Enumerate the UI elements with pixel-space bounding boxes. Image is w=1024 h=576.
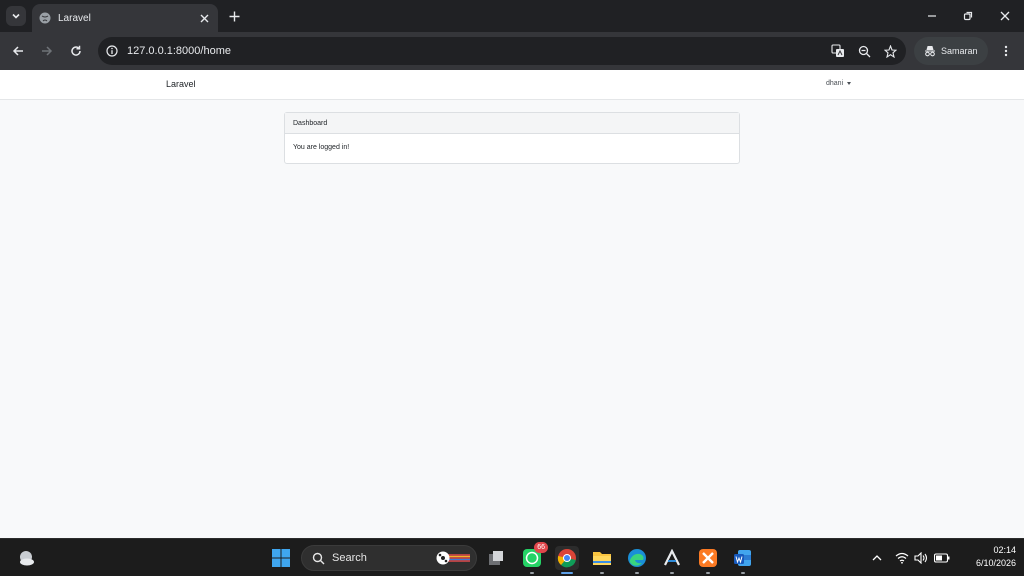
incognito-icon [925, 45, 935, 57]
browser-menu-button[interactable] [998, 41, 1014, 61]
whatsapp-badge: 66 [534, 542, 548, 553]
tab-search-icon [12, 13, 20, 19]
navbar-brand[interactable]: Laravel [166, 79, 196, 89]
back-button[interactable] [8, 41, 28, 61]
chevron-up-icon [872, 555, 882, 561]
forward-button[interactable] [37, 41, 57, 61]
close-window-button[interactable] [994, 6, 1016, 26]
edge-icon [628, 549, 646, 567]
info-icon [106, 45, 118, 57]
volume-icon [914, 552, 928, 564]
running-indicator [600, 572, 604, 574]
dashboard-card: Dashboard You are logged in! [284, 112, 740, 164]
arduino-icon [664, 549, 680, 566]
battery-icon [934, 553, 950, 563]
profile-label: Samaran [941, 46, 978, 56]
zoom-icon [858, 45, 870, 57]
taskbar-edge[interactable] [625, 546, 649, 574]
zoom-button[interactable] [854, 41, 874, 61]
running-indicator [741, 572, 745, 574]
clock-time: 02:14 [993, 545, 1016, 555]
battery-button[interactable] [934, 550, 950, 566]
clock-date: 6/10/2026 [975, 558, 1016, 568]
windows-start-icon [272, 549, 290, 567]
restore-button[interactable] [957, 6, 979, 26]
file-explorer-icon [593, 552, 611, 565]
user-dropdown[interactable]: dhani [826, 80, 852, 87]
word-icon [734, 550, 751, 566]
tab-strip: Laravel [0, 0, 1024, 32]
taskbar-arduino[interactable] [660, 546, 684, 574]
running-indicator [670, 572, 674, 574]
minimize-icon [928, 15, 936, 17]
translate-button[interactable] [828, 41, 848, 61]
taskbar-word[interactable] [731, 546, 755, 574]
taskbar: Search 66 02:14 6/10/2026 [0, 538, 1024, 576]
restore-icon [963, 11, 973, 21]
star-icon [883, 44, 897, 58]
kebab-menu-icon [1004, 45, 1008, 57]
site-info-button[interactable] [105, 44, 119, 58]
running-indicator [706, 572, 710, 574]
search-label: Search [332, 552, 367, 564]
chrome-icon [557, 549, 576, 568]
weather-icon[interactable] [16, 548, 36, 568]
tab-search-button[interactable] [6, 6, 26, 26]
address-bar[interactable]: 127.0.0.1:8000/home [98, 37, 906, 65]
card-header: Dashboard [285, 113, 739, 134]
globe-icon [39, 12, 51, 24]
tab-title: Laravel [58, 12, 91, 24]
translate-icon [831, 44, 844, 57]
running-indicator [635, 572, 639, 574]
app-navbar: Laravel dhani [0, 70, 1024, 100]
plus-icon [229, 11, 239, 21]
wifi-icon [895, 552, 909, 564]
user-name: dhani [826, 80, 844, 87]
taskbar-chrome[interactable] [555, 546, 579, 574]
caret-down-icon [847, 82, 852, 85]
url-text[interactable]: 127.0.0.1:8000/home [127, 45, 828, 57]
reload-button[interactable] [66, 41, 86, 61]
taskbar-file-explorer[interactable] [590, 546, 614, 574]
bookmark-button[interactable] [880, 41, 900, 61]
search-icon [312, 552, 325, 564]
xampp-icon [699, 549, 717, 567]
taskbar-xampp[interactable] [696, 546, 720, 574]
page-viewport: Laravel dhani Dashboard You are logged i… [0, 70, 1024, 538]
minimize-button[interactable] [921, 6, 943, 26]
task-view-icon [489, 551, 503, 565]
active-indicator [561, 572, 573, 574]
running-indicator [530, 572, 534, 574]
taskbar-search[interactable]: Search [301, 545, 477, 571]
profile-button[interactable]: Samaran [914, 37, 988, 65]
card-body: You are logged in! [293, 144, 350, 151]
reload-icon [71, 45, 81, 56]
start-button[interactable] [269, 546, 293, 570]
show-hidden-icons-button[interactable] [869, 550, 885, 566]
forward-icon [42, 46, 53, 56]
browser-toolbar: 127.0.0.1:8000/home Samaran [0, 32, 1024, 70]
wifi-button[interactable] [894, 550, 910, 566]
search-highlight-icon [436, 551, 470, 565]
tab-close-button[interactable] [197, 11, 211, 25]
new-tab-button[interactable] [226, 8, 242, 24]
task-view-button[interactable] [484, 546, 508, 570]
taskbar-whatsapp[interactable]: 66 [520, 542, 548, 574]
close-icon [200, 14, 208, 22]
taskbar-clock[interactable]: 02:14 6/10/2026 [956, 544, 1016, 570]
close-icon [1000, 11, 1010, 21]
back-icon [12, 46, 23, 56]
tab-laravel[interactable]: Laravel [32, 4, 218, 32]
volume-button[interactable] [913, 550, 929, 566]
